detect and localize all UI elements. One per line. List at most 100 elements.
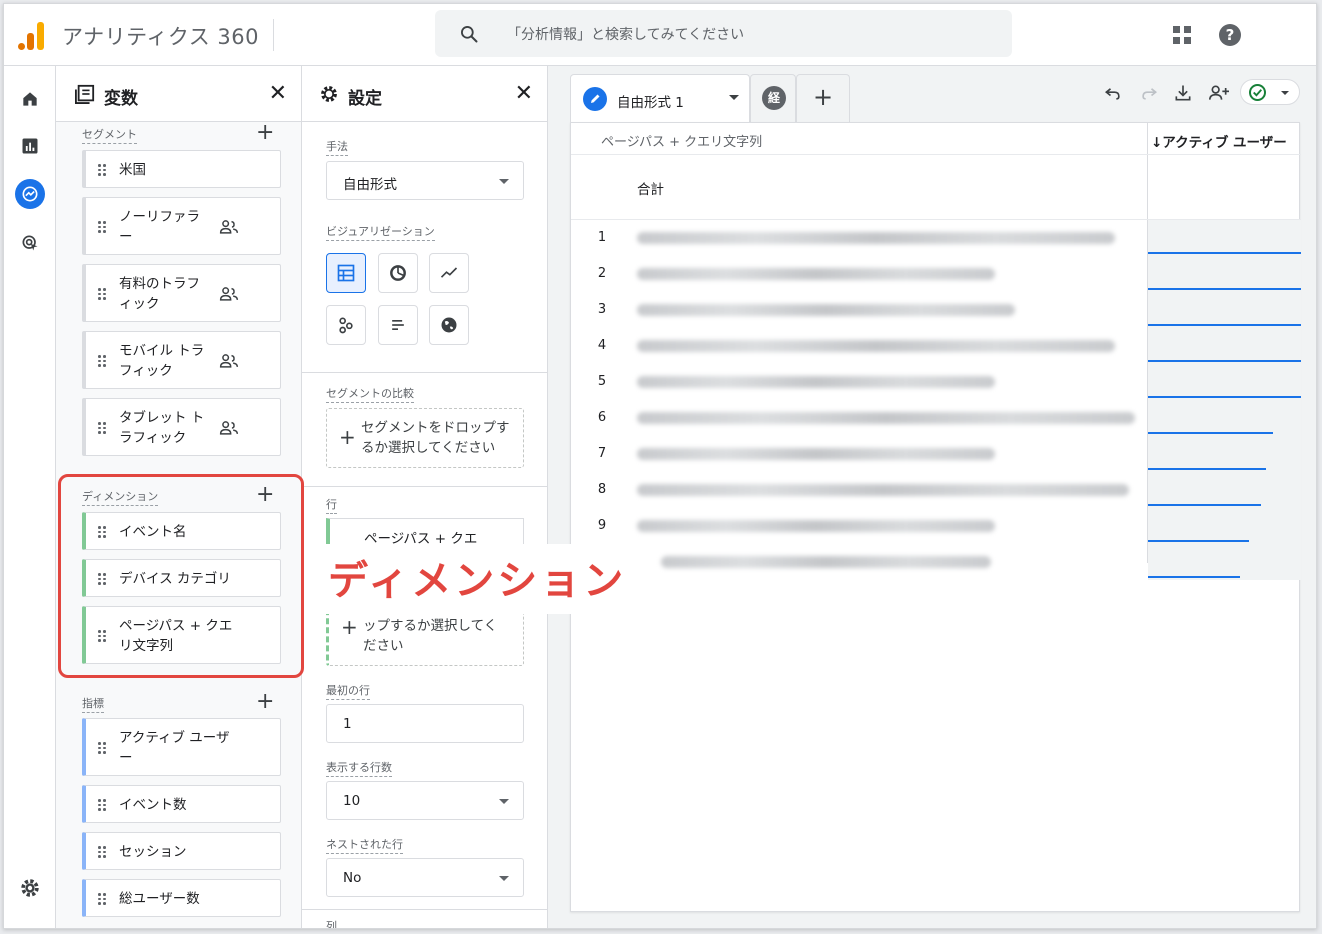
tab-name: 自由形式 1: [617, 95, 684, 111]
add-segment-button[interactable]: +: [256, 122, 274, 144]
app-window: アナリティクス 360 「分析情報」と検索してみてください ? 変数 ✕ セグメ…: [3, 3, 1317, 929]
table-viz-icon[interactable]: [326, 253, 366, 293]
gear-icon: [321, 86, 337, 102]
table-row[interactable]: 5: [571, 364, 1301, 400]
technique-select[interactable]: 自由形式: [326, 161, 524, 200]
metric-bar: [1148, 432, 1274, 434]
metric-cell: [1148, 400, 1301, 436]
tab-freeform-1[interactable]: 自由形式 1: [570, 74, 750, 122]
drag-handle-icon[interactable]: [98, 164, 106, 176]
metric-bar: [1148, 360, 1301, 362]
drag-handle-icon[interactable]: [98, 221, 106, 233]
dimension-header[interactable]: ページパス + クエリ文字列: [601, 131, 762, 150]
explore-icon[interactable]: [15, 179, 45, 209]
row-number: 3: [597, 302, 607, 317]
segment-compare-label: セグメントの比較: [326, 385, 414, 403]
globe-viz-icon[interactable]: [429, 305, 469, 345]
row-number: 6: [597, 410, 607, 425]
drag-handle-icon[interactable]: [98, 846, 106, 858]
row-number: 1: [597, 230, 607, 245]
download-icon[interactable]: [1172, 82, 1194, 104]
freeform-table: ページパス + クエリ文字列 ↓アクティブ ユーザー 合計 1 2 3 4 5 6 7 8 9: [570, 122, 1301, 912]
variables-header: 変数 ✕: [56, 66, 301, 122]
seg-chip-label: タブレット ト ラフィック: [119, 410, 205, 446]
table-row[interactable]: 7: [571, 436, 1301, 472]
close-icon[interactable]: ✕: [269, 83, 287, 105]
met-chip[interactable]: セッション: [82, 832, 281, 870]
share-user-icon[interactable]: [1206, 82, 1232, 104]
tab-path[interactable]: 経: [750, 74, 796, 122]
reports-icon[interactable]: [15, 131, 45, 161]
search-bar[interactable]: 「分析情報」と検索してみてください: [435, 10, 1012, 57]
metric-cell: [1148, 436, 1301, 472]
table-row[interactable]: [571, 544, 1301, 580]
met-chip[interactable]: アクティブ ユーザ ー: [82, 718, 281, 776]
donut-viz-icon[interactable]: [378, 253, 418, 293]
seg-chip[interactable]: ノーリファラ ー: [82, 197, 281, 255]
seg-chip[interactable]: モバイル トラ フィック: [82, 331, 281, 389]
undo-icon[interactable]: [1102, 82, 1124, 104]
metric-cell: [1148, 472, 1301, 508]
dimensions-annotation: ディメンション: [324, 544, 639, 614]
table-row[interactable]: 2: [571, 256, 1301, 292]
met-chip[interactable]: イベント数: [82, 785, 281, 823]
settings-icon[interactable]: [15, 873, 45, 903]
nested-rows-select[interactable]: No: [326, 858, 524, 897]
row-number: 8: [597, 482, 607, 497]
seg-chip[interactable]: 米国: [82, 150, 281, 188]
segment-dropzone[interactable]: + セグメントをドロップす るか選択してください: [326, 408, 524, 468]
metric-header[interactable]: ↓アクティブ ユーザー: [1151, 131, 1287, 151]
met-chip[interactable]: 総ユーザー数: [82, 879, 281, 917]
divider: [302, 909, 547, 910]
show-rows-label: 表示する行数: [326, 759, 392, 777]
drag-handle-icon[interactable]: [98, 799, 106, 811]
first-row-input[interactable]: 1: [326, 704, 524, 743]
top-bar: アナリティクス 360 「分析情報」と検索してみてください ?: [4, 4, 1316, 66]
table-row[interactable]: 4: [571, 328, 1301, 364]
blurred-page-path: [637, 304, 1015, 316]
seg-chip[interactable]: タブレット ト ラフィック: [82, 398, 281, 456]
pencil-icon[interactable]: [583, 87, 607, 111]
chevron-down-icon[interactable]: [729, 95, 739, 100]
redo-icon[interactable]: [1138, 82, 1160, 104]
analytics-logo-icon[interactable]: [16, 18, 46, 50]
table-row[interactable]: 1: [571, 220, 1301, 256]
table-row[interactable]: 6: [571, 400, 1301, 436]
columns-label: 列: [326, 918, 337, 928]
seg-chip-label: モバイル トラ フィック: [119, 343, 205, 379]
status-dropdown[interactable]: [1240, 79, 1300, 105]
help-icon[interactable]: ?: [1219, 24, 1241, 46]
row-dropzone[interactable]: + ップするか選択してく ださい: [326, 606, 524, 666]
settings-header: 設定 ✕: [302, 66, 547, 122]
row-number: 9: [597, 518, 607, 533]
metric-bar: [1148, 396, 1301, 398]
drag-handle-icon[interactable]: [98, 288, 106, 300]
home-icon[interactable]: [15, 84, 45, 114]
table-row[interactable]: 3: [571, 292, 1301, 328]
bar-viz-icon[interactable]: [378, 305, 418, 345]
seg-chip-label: 有料のトラフ ィック: [119, 276, 200, 312]
scatter-viz-icon[interactable]: [326, 305, 366, 345]
table-row[interactable]: 8: [571, 472, 1301, 508]
metric-cell: [1148, 292, 1301, 328]
seg-chip[interactable]: 有料のトラフ ィック: [82, 264, 281, 322]
close-icon[interactable]: ✕: [515, 83, 533, 105]
first-row-value: 1: [343, 716, 352, 732]
metric-cell: [1148, 328, 1301, 364]
show-rows-select[interactable]: 10: [326, 781, 524, 820]
drag-handle-icon[interactable]: [98, 422, 106, 434]
search-placeholder: 「分析情報」と検索してみてください: [507, 27, 745, 43]
settings-title: 設定: [348, 89, 382, 109]
blurred-page-path: [637, 484, 1129, 496]
line-viz-icon[interactable]: [429, 253, 469, 293]
table-row[interactable]: 9: [571, 508, 1301, 544]
drag-handle-icon[interactable]: [98, 355, 106, 367]
metrics-label: 指標: [82, 695, 104, 713]
drag-handle-icon[interactable]: [98, 893, 106, 905]
advertising-icon[interactable]: [15, 228, 45, 258]
drag-handle-icon[interactable]: [98, 742, 106, 754]
apps-grid-icon[interactable]: [1173, 26, 1191, 44]
add-metric-button[interactable]: +: [256, 691, 274, 713]
metric-cell: [1148, 256, 1301, 292]
add-tab-button[interactable]: +: [796, 74, 850, 122]
